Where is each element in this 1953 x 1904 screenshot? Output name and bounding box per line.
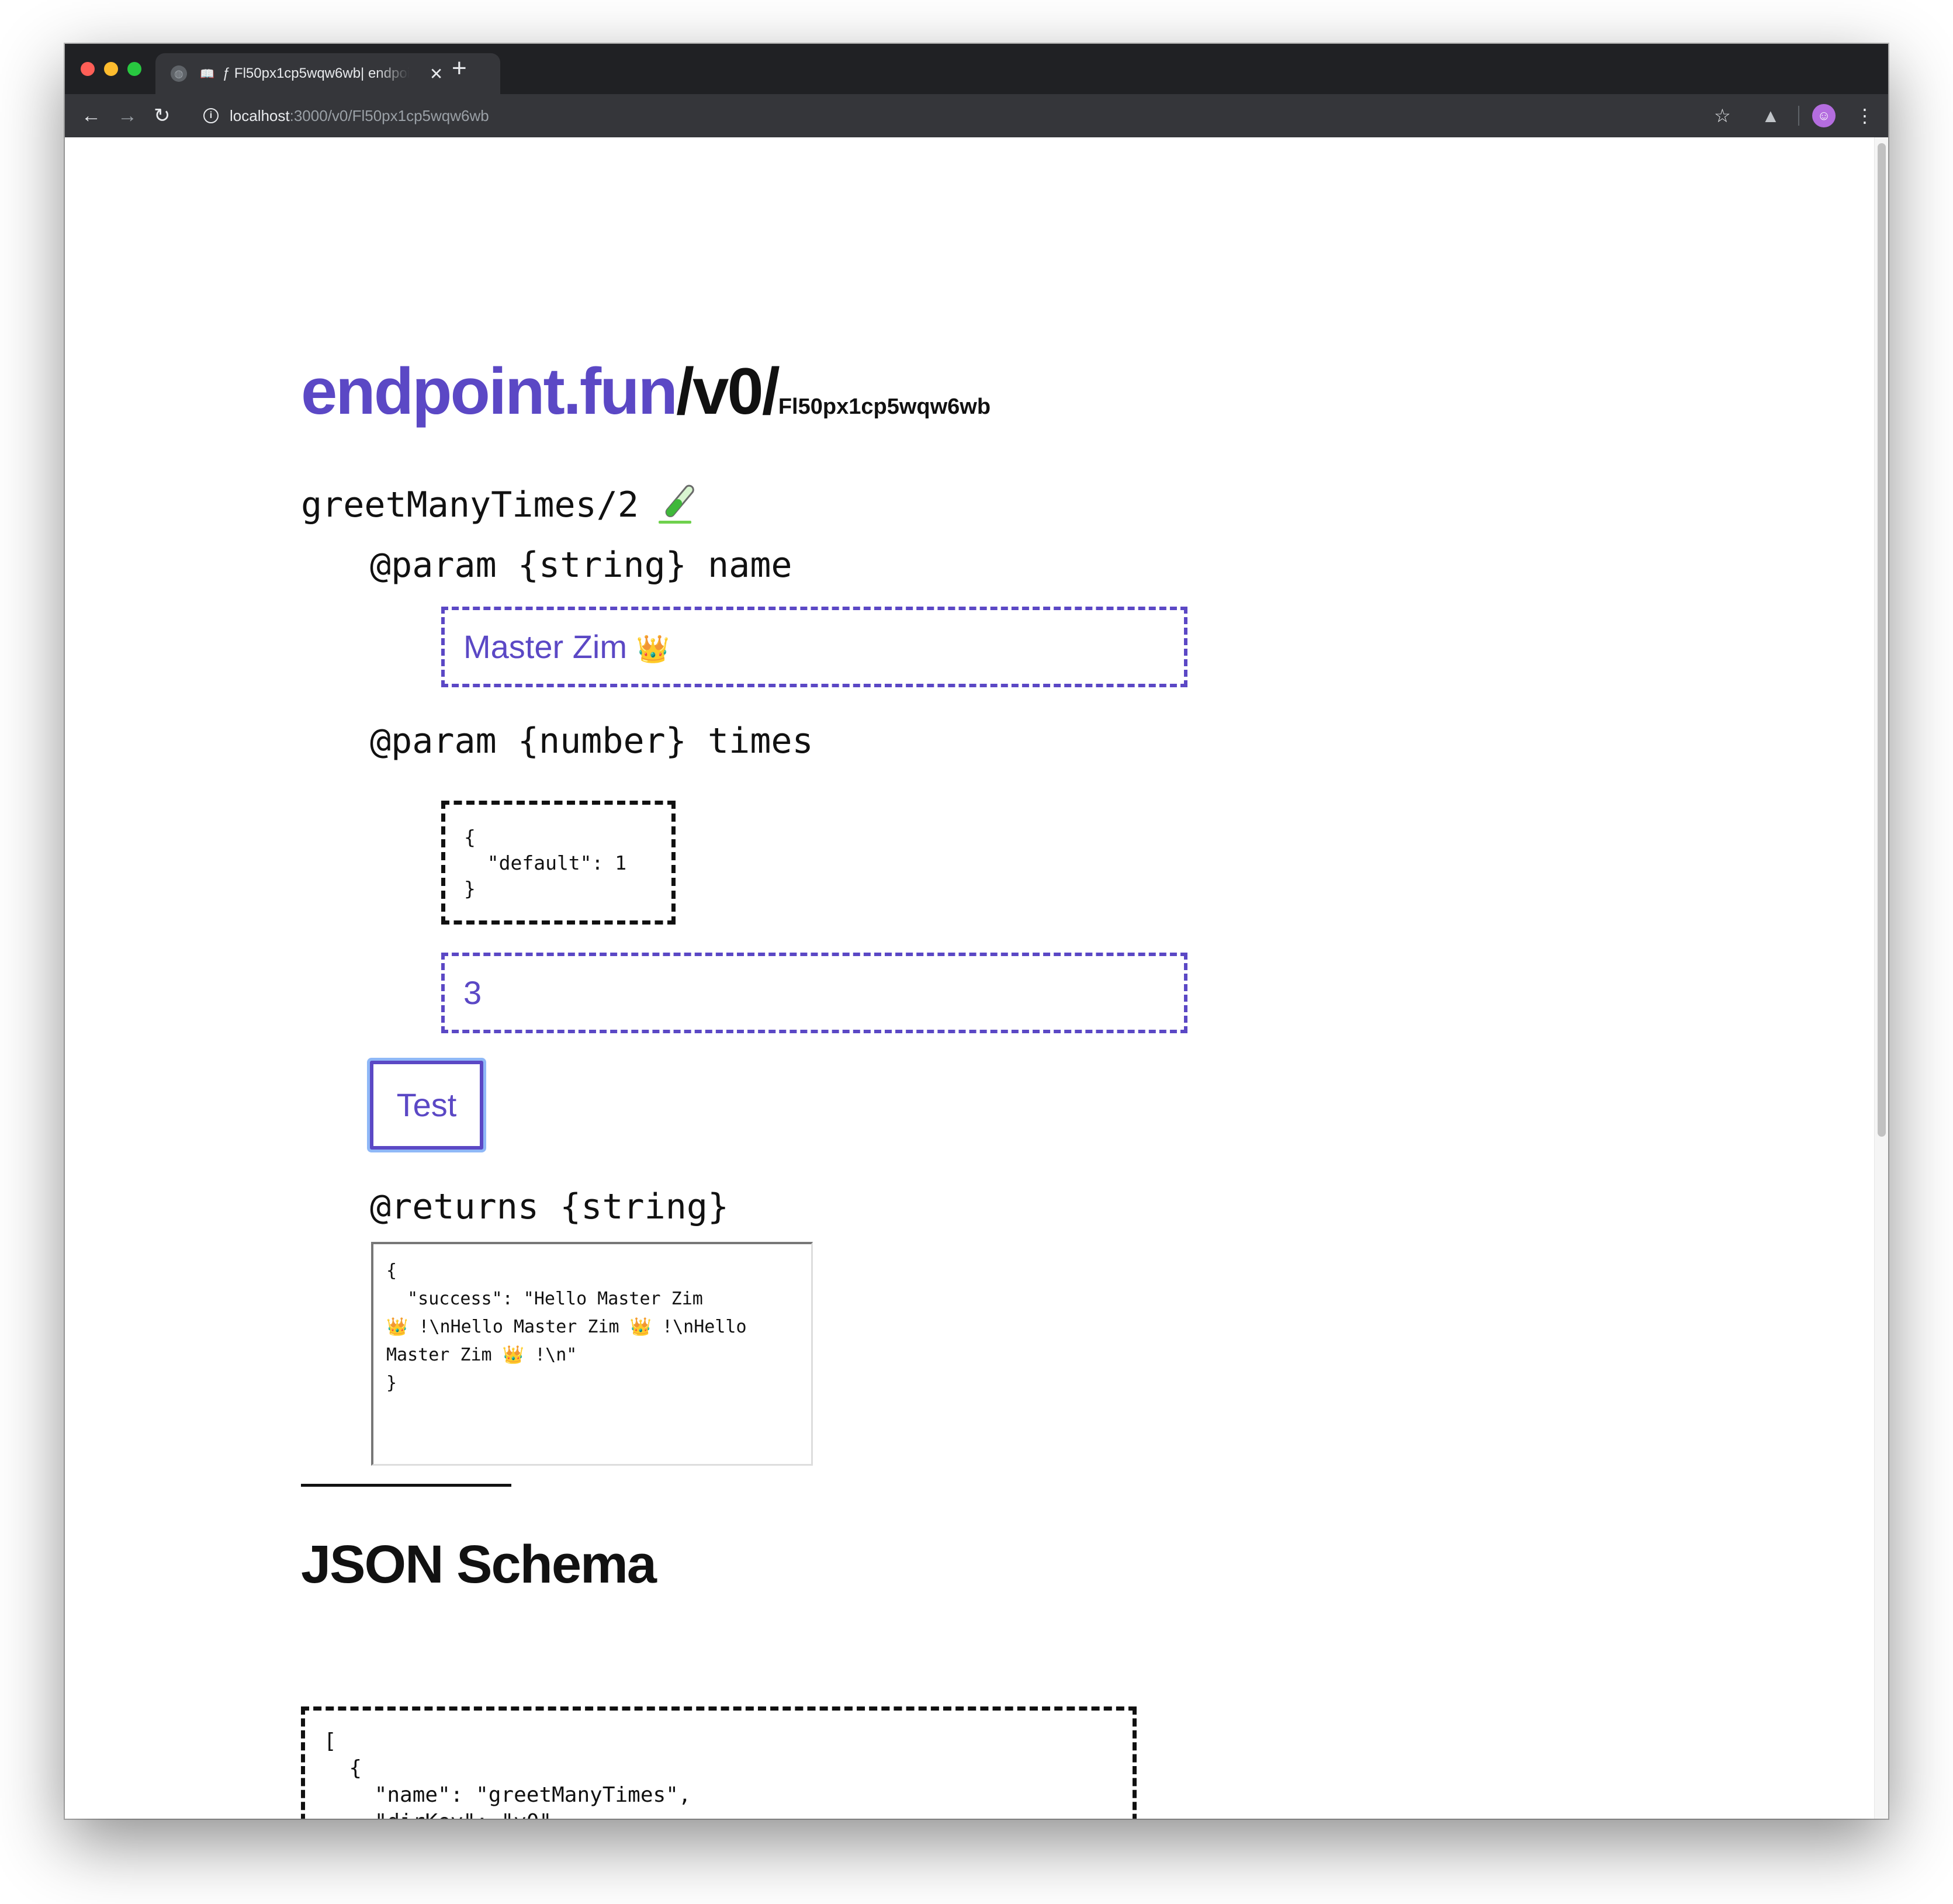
- param-label-name: @param {string} name: [370, 545, 792, 586]
- project-hash: Fl50px1cp5wqw6wb: [778, 394, 991, 419]
- url-path: :3000/v0/Fl50px1cp5wqw6wb: [289, 107, 489, 124]
- section-divider: [301, 1484, 511, 1487]
- json-schema-box: [ { "name": "greetManyTimes", "dirKey": …: [301, 1706, 1137, 1819]
- drive-icon[interactable]: ▲: [1761, 94, 1780, 137]
- test-tube-icon: [659, 484, 694, 524]
- forward-arrow-icon[interactable]: →: [117, 94, 137, 137]
- minimize-window-button[interactable]: [104, 62, 118, 76]
- param-label-times: @param {number} times: [370, 721, 813, 761]
- tab-strip: ◍ 📖 ƒ Fl50px1cp5wqw6wb| endpoint.fun ✕ +: [65, 44, 1888, 94]
- function-signature: greetManyTimes/2: [301, 484, 639, 525]
- new-tab-button[interactable]: +: [452, 56, 467, 81]
- address-bar[interactable]: localhost:3000/v0/Fl50px1cp5wqw6wb: [230, 94, 489, 137]
- name-input[interactable]: Master Zim 👑: [441, 607, 1187, 687]
- close-icon[interactable]: ✕: [430, 64, 443, 84]
- returns-label: @returns {string}: [370, 1186, 729, 1227]
- globe-icon: ◍: [171, 65, 187, 82]
- browser-tab[interactable]: ◍ 📖 ƒ Fl50px1cp5wqw6wb| endpoint.fun ✕: [155, 53, 500, 94]
- crown-emoji: 👑: [636, 633, 670, 664]
- page-title: endpoint.fun/v0/Fl50px1cp5wqw6wb: [301, 354, 991, 429]
- result-output[interactable]: { "success": "Hello Master Zim 👑 !\nHell…: [371, 1242, 813, 1466]
- scrollbar-thumb[interactable]: [1878, 143, 1886, 1137]
- kebab-menu-icon[interactable]: ⋮: [1855, 94, 1874, 137]
- scrollbar[interactable]: [1874, 137, 1888, 1819]
- maximize-window-button[interactable]: [127, 62, 141, 76]
- url-host: localhost: [230, 107, 290, 124]
- times-input-value: 3: [463, 974, 482, 1011]
- star-icon[interactable]: ☆: [1714, 94, 1731, 137]
- browser-window: ◍ 📖 ƒ Fl50px1cp5wqw6wb| endpoint.fun ✕ +…: [65, 44, 1888, 1819]
- name-input-value: Master Zim: [463, 628, 627, 665]
- test-button[interactable]: Test: [370, 1061, 483, 1150]
- close-window-button[interactable]: [81, 62, 95, 76]
- toolbar-divider: [1798, 106, 1799, 126]
- page-viewport: endpoint.fun/v0/Fl50px1cp5wqw6wb greetMa…: [65, 137, 1888, 1819]
- json-schema-heading: JSON Schema: [301, 1535, 657, 1594]
- times-schema-box: { "default": 1 }: [441, 801, 676, 925]
- browser-toolbar: ← → ↻ i localhost:3000/v0/Fl50px1cp5wqw6…: [65, 94, 1888, 137]
- version-segment: /v0/: [676, 355, 780, 428]
- book-icon: 📖: [200, 67, 214, 81]
- info-icon[interactable]: i: [203, 108, 219, 123]
- tab-title: ƒ Fl50px1cp5wqw6wb| endpoint.fun: [222, 65, 410, 81]
- reload-icon[interactable]: ↻: [154, 94, 171, 137]
- avatar-icon[interactable]: ☺: [1812, 104, 1836, 127]
- brand-link[interactable]: endpoint.fun: [301, 355, 678, 428]
- back-arrow-icon[interactable]: ←: [81, 94, 101, 137]
- times-input[interactable]: 3: [441, 953, 1187, 1033]
